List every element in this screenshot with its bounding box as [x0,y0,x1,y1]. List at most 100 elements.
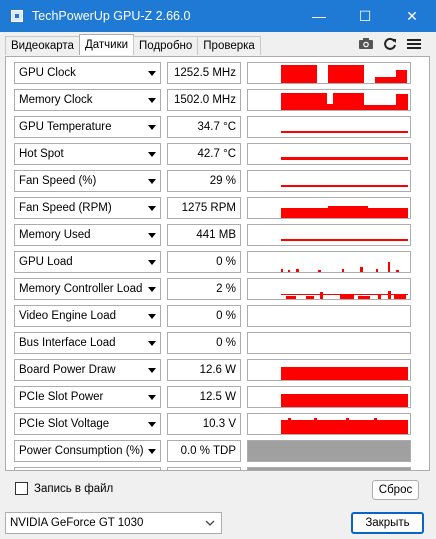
dropdown-caret-icon [148,98,156,103]
sensor-graph [247,143,411,165]
sensor-graph [247,359,411,381]
sensor-row-fan-speed-rpm: Fan Speed (RPM) 1275 RPM [14,197,419,219]
sensor-graph [247,467,411,470]
close-button[interactable]: Закрыть [351,512,424,534]
sensor-name: GPU Temperature [19,121,112,133]
sensor-row-video-engine-load: Video Engine Load 0 % [14,305,419,327]
sensor-value: Idle [167,467,241,470]
sensor-value: 0.0 % TDP [167,440,241,462]
sensor-name-dropdown[interactable]: Memory Used [14,224,161,246]
sensor-name: Memory Used [19,229,91,241]
sensor-value: 42.7 °C [167,143,241,165]
sensor-name-dropdown[interactable]: Memory Clock [14,89,161,111]
dropdown-caret-icon [148,152,156,157]
sensor-graph [247,386,411,408]
sensor-value: 29 % [167,170,241,192]
sensor-name-dropdown[interactable]: Memory Controller Load [14,278,161,300]
dropdown-caret-icon [148,179,156,184]
sensor-name: Fan Speed (%) [19,175,97,187]
sensor-name-dropdown[interactable]: Board Power Draw [14,359,161,381]
minimize-button[interactable]: — [296,0,342,32]
close-icon: ✕ [406,7,418,24]
sensor-name: Bus Interface Load [19,337,116,349]
tab-sensors[interactable]: Датчики [78,34,135,55]
sensor-name-dropdown[interactable]: Fan Speed (RPM) [14,197,161,219]
sensor-name-dropdown[interactable]: GPU Load [14,251,161,273]
sensor-graph [247,440,411,462]
sensor-name: Hot Spot [19,148,64,160]
sensor-value: 12.6 W [167,359,241,381]
sensor-name-dropdown[interactable]: PCIe Slot Power [14,386,161,408]
reset-button[interactable]: Сброс [372,480,419,500]
camera-icon[interactable] [356,35,376,52]
sensors-panel: GPU Clock 1252.5 MHz Memory Clock 1502.0 MH… [5,56,430,471]
dropdown-caret-icon [148,341,156,346]
sensor-row-memory-used: Memory Used 441 MB [14,224,419,246]
sensor-graph [247,332,411,354]
tab-advanced[interactable]: Подробно [133,36,199,55]
gpu-select-dropdown[interactable]: NVIDIA GeForce GT 1030 [5,512,222,534]
sensor-name-dropdown[interactable]: PCIe Slot Voltage [14,413,161,435]
dropdown-caret-icon [148,125,156,130]
sensor-name-dropdown[interactable]: Hot Spot [14,143,161,165]
sensor-name: PCIe Slot Voltage [19,418,110,430]
sensor-graph [247,170,411,192]
sensor-graph [247,251,411,273]
sensor-name: Memory Controller Load [19,283,143,295]
tab-graphics-card[interactable]: Видеокарта [5,36,80,55]
sensor-name: Video Engine Load [19,310,116,322]
window-title: TechPowerUp GPU-Z 2.66.0 [32,9,191,23]
toolbar-icons [356,35,424,52]
dropdown-caret-icon [148,287,156,292]
dropdown-caret-icon [148,449,156,454]
sensor-row-pcie-slot-power: PCIe Slot Power 12.5 W [14,386,419,408]
sensor-value: 441 MB [167,224,241,246]
log-to-file-row[interactable]: Запись в файл [15,482,113,495]
sensor-row-gpu-clock: GPU Clock 1252.5 MHz [14,62,419,84]
log-to-file-label: Запись в файл [34,482,114,495]
sensor-value: 2 % [167,278,241,300]
sensor-graph [247,278,411,300]
sensor-value: 12.5 W [167,386,241,408]
maximize-button[interactable]: ☐ [342,0,388,32]
sensor-name: Fan Speed (RPM) [19,202,112,214]
log-to-file-checkbox[interactable] [15,482,28,495]
dropdown-caret-icon [148,314,156,319]
tab-strip: Видеокарта Датчики Подробно Проверка [5,34,261,56]
chevron-down-icon [205,518,215,530]
sensor-name-dropdown[interactable]: Power Consumption (%) [14,440,161,462]
sensor-name: GPU Clock [19,67,76,79]
sensor-name: Power Consumption (%) [19,445,144,457]
sensor-value: 10.3 V [167,413,241,435]
sensor-name-dropdown[interactable]: Video Engine Load [14,305,161,327]
sensor-name-dropdown[interactable]: PerfCap Reason [14,467,161,470]
sensor-row-perfcap-reason: PerfCap Reason Idle [14,467,419,470]
sensor-graph [247,89,411,111]
dropdown-caret-icon [148,71,156,76]
close-window-button[interactable]: ✕ [389,0,435,32]
dropdown-caret-icon [148,233,156,238]
dropdown-caret-icon [148,368,156,373]
sensor-name-dropdown[interactable]: GPU Clock [14,62,161,84]
minimize-icon: — [312,8,326,24]
title-bar[interactable]: TechPowerUp GPU-Z 2.66.0 — ☐ ✕ [0,0,436,32]
sensor-name-dropdown[interactable]: Fan Speed (%) [14,170,161,192]
sensor-value: 0 % [167,251,241,273]
sensor-name-dropdown[interactable]: Bus Interface Load [14,332,161,354]
sensor-graph [247,305,411,327]
dropdown-caret-icon [148,422,156,427]
sensor-graph [247,116,411,138]
menu-icon[interactable] [404,35,424,52]
tab-validation[interactable]: Проверка [197,36,261,55]
refresh-icon[interactable] [380,35,400,52]
sensor-name: PCIe Slot Power [19,391,104,403]
sensor-row-fan-speed: Fan Speed (%) 29 % [14,170,419,192]
sensor-row-memory-controller-load: Memory Controller Load 2 % [14,278,419,300]
sensor-row-gpu-load: GPU Load 0 % [14,251,419,273]
sensor-graph [247,62,411,84]
sensor-row-gpu-temperature: GPU Temperature 34.7 °C [14,116,419,138]
gpu-z-app-icon [9,8,25,24]
sensor-name: Memory Clock [19,94,93,106]
maximize-icon: ☐ [358,7,372,24]
sensor-name-dropdown[interactable]: GPU Temperature [14,116,161,138]
